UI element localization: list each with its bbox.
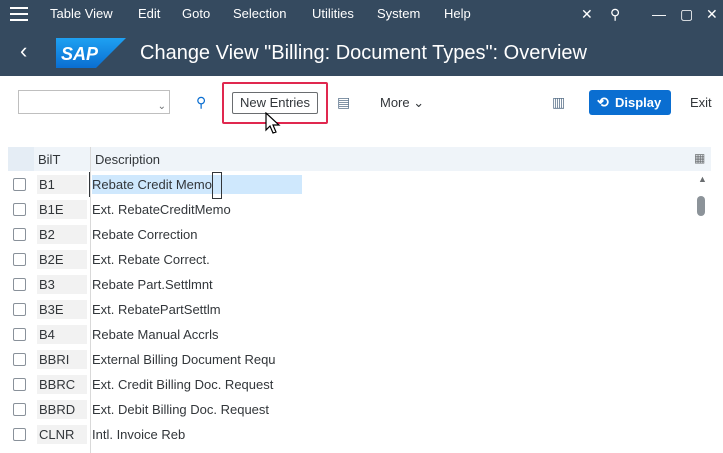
cell-bilt[interactable]: B1E [37, 200, 87, 219]
minimize-icon[interactable]: — [652, 5, 666, 23]
table-row[interactable]: B2 Rebate Correction [0, 222, 700, 247]
new-entries-button[interactable]: New Entries [232, 92, 318, 114]
cell-description[interactable]: External Billing Document Requ [92, 350, 302, 369]
cell-bilt[interactable]: B2E [37, 250, 87, 269]
row-select-checkbox[interactable] [13, 428, 26, 441]
cell-bilt[interactable]: B3 [37, 275, 87, 294]
cell-description[interactable]: Ext. RebatePartSettlm [92, 300, 302, 319]
cell-description[interactable]: Ext. Debit Billing Doc. Request [92, 400, 302, 419]
command-field[interactable]: ⌄ [18, 90, 170, 114]
customize-icon[interactable]: ⚲ [610, 5, 620, 23]
row-select-checkbox[interactable] [13, 278, 26, 291]
cell-description[interactable]: Intl. Invoice Reb [92, 425, 302, 444]
table-settings-icon[interactable]: ▦ [694, 151, 705, 165]
table-body: B1 Rebate Credit Memo B1E Ext. RebateCredit… [0, 172, 700, 447]
scroll-thumb[interactable] [697, 196, 705, 216]
table-row[interactable]: B4 Rebate Manual Accrls [0, 322, 700, 347]
menu-utilities[interactable]: Utilities [312, 6, 354, 21]
cell-description[interactable]: Ext. Rebate Correct. [92, 250, 302, 269]
cell-description[interactable]: Rebate Manual Accrls [92, 325, 302, 344]
row-select-checkbox[interactable] [13, 303, 26, 316]
row-select-checkbox[interactable] [13, 178, 26, 191]
cell-description[interactable]: Rebate Part.Settlmnt [92, 275, 302, 294]
cell-bilt[interactable]: B2 [37, 225, 87, 244]
row-select-checkbox[interactable] [13, 253, 26, 266]
column-header-bilt[interactable]: BilT [38, 152, 60, 167]
table-row[interactable]: B1 Rebate Credit Memo [0, 172, 700, 199]
cell-description[interactable]: Ext. Credit Billing Doc. Request [92, 375, 302, 394]
sap-logo-icon: SAP [56, 38, 126, 68]
cell-description[interactable]: Rebate Correction [92, 225, 302, 244]
row-select-checkbox[interactable] [13, 228, 26, 241]
table-row[interactable]: BBRI External Billing Document Requ [0, 347, 700, 372]
maximize-icon[interactable]: ▢ [680, 5, 693, 23]
column-header-description[interactable]: Description [95, 152, 160, 167]
table-row[interactable]: CLNR Intl. Invoice Reb [0, 422, 700, 447]
more-label: More [380, 95, 410, 110]
menu-help[interactable]: Help [444, 6, 471, 21]
table-row[interactable]: BBRD Ext. Debit Billing Doc. Request [0, 397, 700, 422]
cell-bilt[interactable]: BBRC [37, 375, 87, 394]
cell-bilt[interactable]: BBRI [37, 350, 87, 369]
sap-logo-text: SAP [61, 44, 99, 64]
cell-bilt[interactable]: B3E [37, 300, 87, 319]
title-bar: ‹ SAP Change View "Billing: Document Typ… [0, 28, 723, 76]
menu-selection[interactable]: Selection [233, 6, 286, 21]
more-button[interactable]: More ⌄ [380, 95, 424, 111]
menu-edit[interactable]: Edit [138, 6, 160, 21]
menu-system[interactable]: System [377, 6, 420, 21]
table-row[interactable]: BBRC Ext. Credit Billing Doc. Request [0, 372, 700, 397]
row-select-checkbox[interactable] [13, 378, 26, 391]
display-label: Display [615, 95, 662, 110]
table-row[interactable]: B1E Ext. RebateCreditMemo [0, 197, 700, 222]
hamburger-menu-icon[interactable] [10, 7, 28, 21]
command-dropdown-icon[interactable]: ⌄ [158, 101, 166, 112]
cell-bilt[interactable]: B4 [37, 325, 87, 344]
row-select-checkbox[interactable] [13, 353, 26, 366]
close-window-icon[interactable]: ✕ [706, 5, 718, 23]
scroll-up-icon[interactable]: ▲ [698, 174, 707, 184]
copy-as-icon[interactable]: ▤ [337, 94, 350, 111]
display-change-icon: ⟲ [597, 94, 609, 110]
cell-description[interactable]: Ext. RebateCreditMemo [92, 200, 302, 219]
back-icon[interactable]: ‹ [20, 40, 36, 62]
table-row[interactable]: B3E Ext. RebatePartSettlm [0, 297, 700, 322]
table-row[interactable]: B3 Rebate Part.Settlmnt [0, 272, 700, 297]
cell-bilt[interactable]: BBRD [37, 400, 87, 419]
menu-bar: Table View Edit Goto Selection Utilities… [0, 0, 723, 28]
table-row[interactable]: B2E Ext. Rebate Correct. [0, 247, 700, 272]
cell-description[interactable]: Rebate Credit Memo [89, 172, 302, 199]
row-select-checkbox[interactable] [13, 203, 26, 216]
mouse-pointer-icon [265, 112, 281, 134]
print-icon[interactable]: ▥ [552, 94, 565, 111]
exit-button[interactable]: Exit [690, 95, 712, 110]
find-icon[interactable]: ⚲ [196, 94, 206, 111]
vertical-scrollbar[interactable]: ▲ [695, 172, 709, 453]
row-select-checkbox[interactable] [13, 403, 26, 416]
display-button[interactable]: ⟲ Display [589, 90, 671, 115]
select-all-column[interactable] [8, 147, 34, 171]
row-select-checkbox[interactable] [13, 328, 26, 341]
cell-bilt[interactable]: CLNR [37, 425, 87, 444]
cell-bilt[interactable]: B1 [37, 175, 87, 194]
close-session-icon[interactable]: ✕ [581, 5, 593, 23]
menu-goto[interactable]: Goto [182, 6, 210, 21]
menu-table-view[interactable]: Table View [50, 6, 113, 21]
page-title: Change View "Billing: Document Types": O… [140, 42, 588, 64]
